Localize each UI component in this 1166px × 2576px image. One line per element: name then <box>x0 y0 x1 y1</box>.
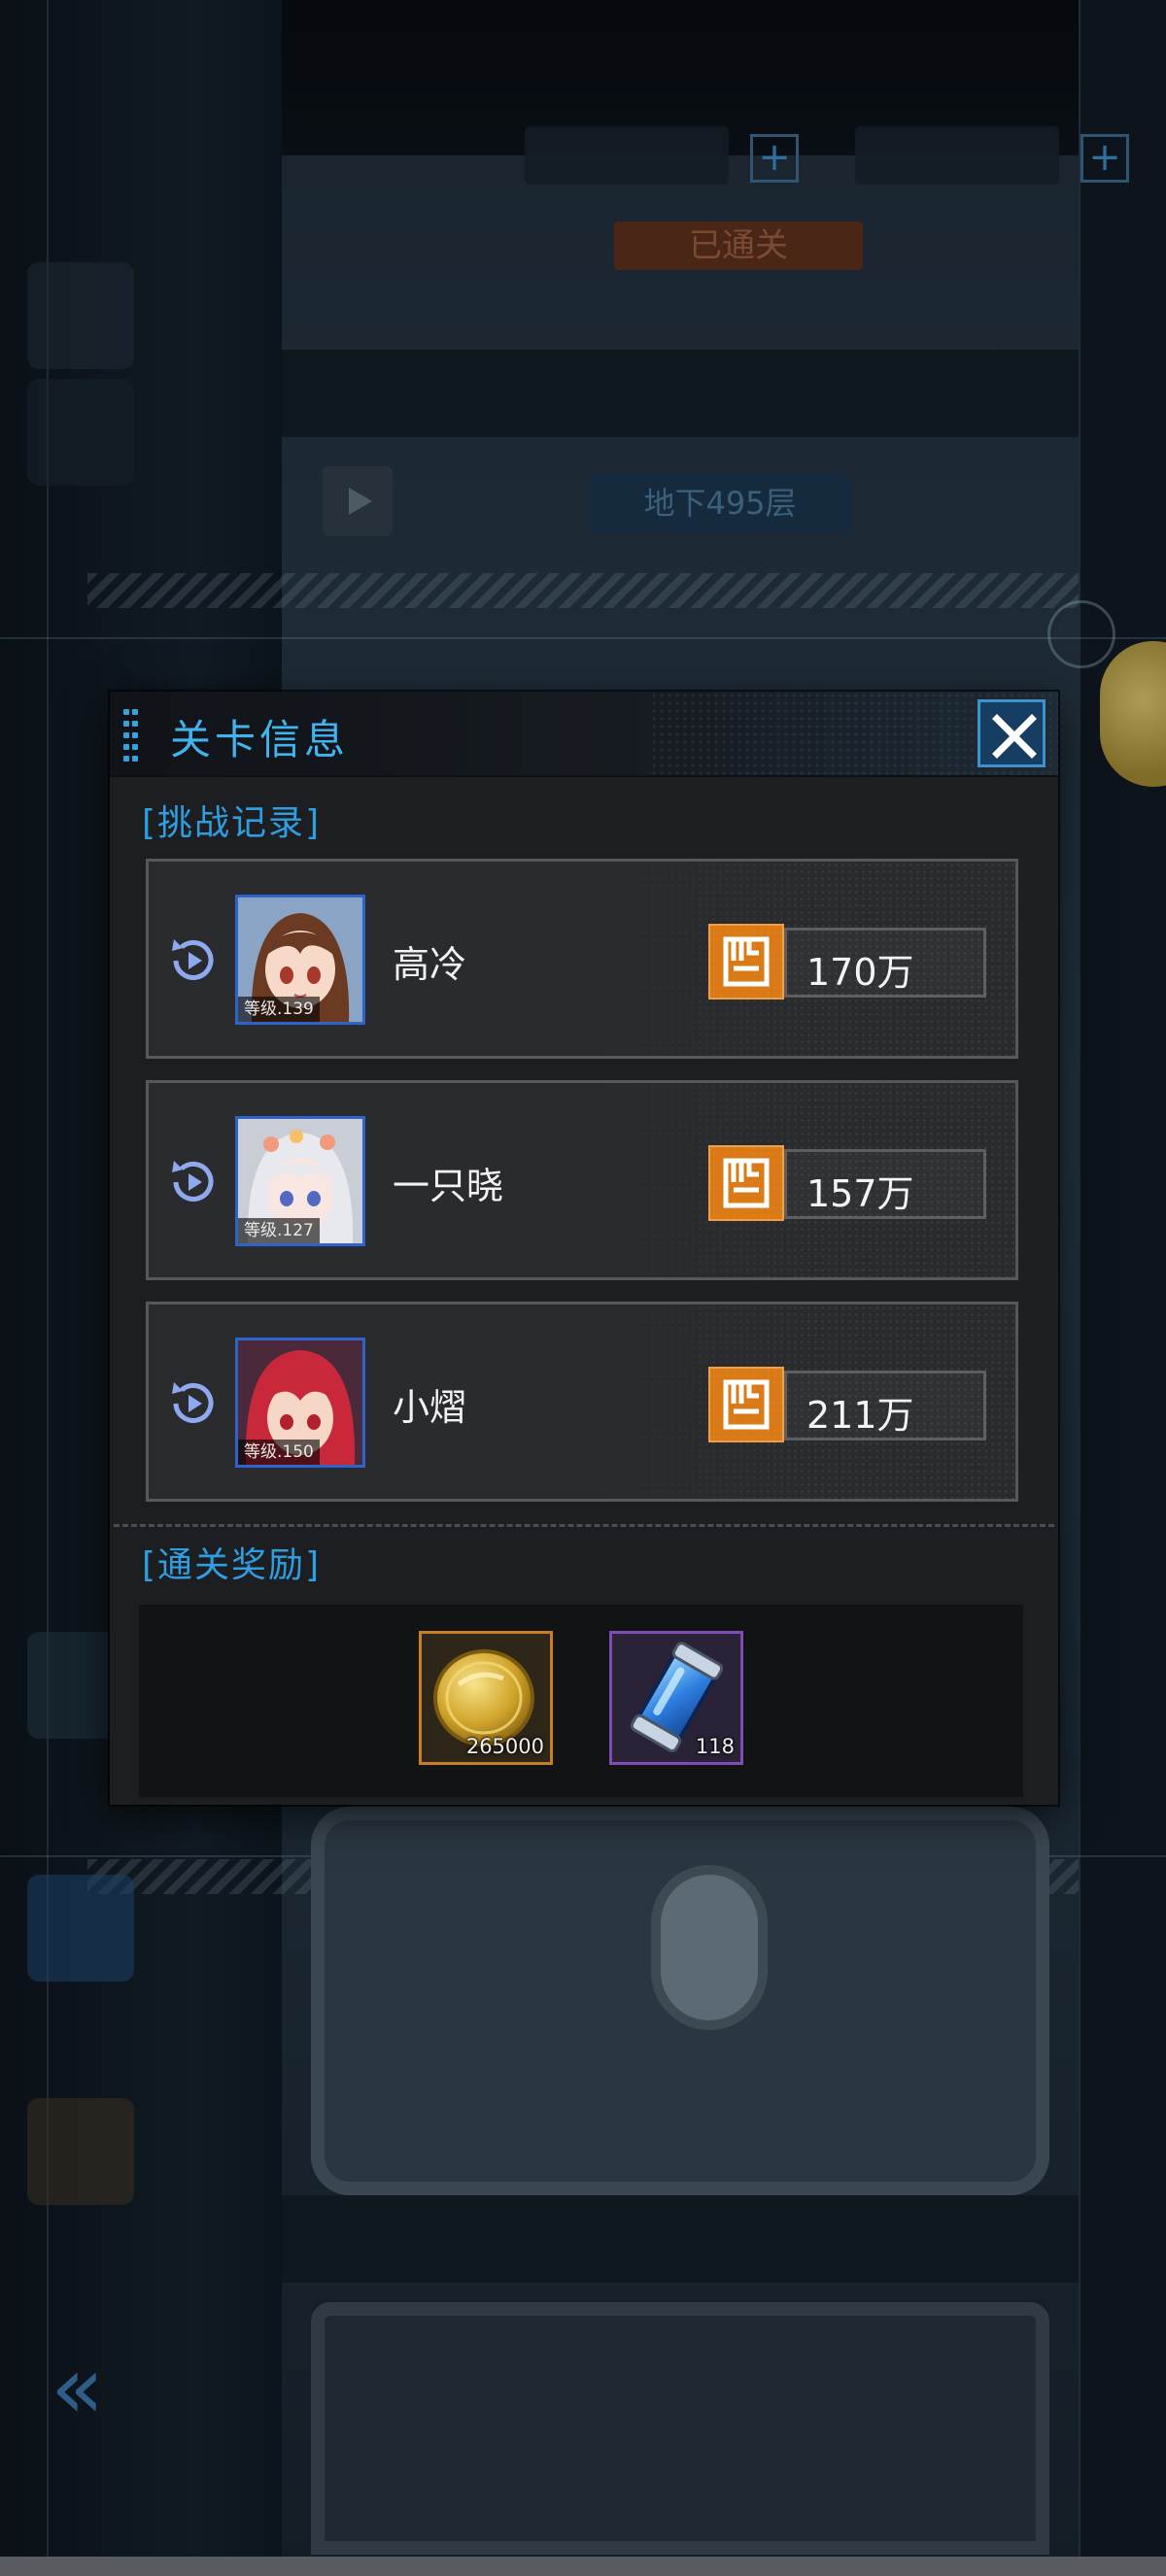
close-x-icon <box>992 714 1037 759</box>
combat-power-icon <box>708 924 784 1000</box>
rewards-section-title: [通关奖励] <box>142 1537 321 1587</box>
reward-count: 265000 <box>465 1735 544 1758</box>
records-section-title: [挑战记录] <box>142 795 321 845</box>
hatch-strip <box>87 573 1079 608</box>
lower-door <box>311 2302 1049 2555</box>
replay-icon[interactable] <box>162 930 224 992</box>
alert-icon[interactable] <box>27 262 134 369</box>
door-lock <box>651 1865 768 2030</box>
replay-icon[interactable] <box>162 1373 224 1435</box>
stamina-counter <box>525 126 729 185</box>
player-name: 小熠 <box>393 1386 467 1429</box>
combat-power-icon <box>708 1367 784 1442</box>
combat-power-box: 170万 <box>784 928 986 998</box>
gift-box-icon[interactable] <box>27 2098 134 2205</box>
reward-item-gold[interactable]: 265000 <box>419 1631 553 1765</box>
bracket-right: ] <box>305 1545 322 1585</box>
diamond-counter <box>855 126 1059 185</box>
right-wall <box>1079 0 1166 2576</box>
diamond-shop-icon[interactable] <box>27 1875 134 1982</box>
combat-power-value: 170万 <box>806 951 914 994</box>
records-section-label: 挑战记录 <box>157 803 306 843</box>
record-row[interactable]: 等级.150 小熠 211万 <box>146 1302 1018 1502</box>
rewards-section-label: 通关奖励 <box>157 1545 306 1585</box>
player-avatar[interactable]: 等级.127 <box>235 1116 365 1246</box>
combat-power-icon <box>708 1145 784 1221</box>
floor-label: 地下495层 <box>589 474 851 532</box>
close-button[interactable] <box>977 699 1046 767</box>
collapse-chevron-icon[interactable]: « <box>51 2337 104 2439</box>
player-level: 等级.150 <box>238 1440 320 1465</box>
guide-line <box>1079 0 1080 2576</box>
bracket-left: [ <box>142 1545 158 1585</box>
add-diamond-button[interactable]: + <box>1080 134 1129 183</box>
combat-power-box: 157万 <box>784 1149 986 1219</box>
ranking-icon[interactable] <box>27 379 134 486</box>
player-avatar[interactable]: 等级.139 <box>235 895 365 1025</box>
guide-line <box>0 637 1166 639</box>
combat-power-box: 211万 <box>784 1371 986 1441</box>
section-divider <box>114 1524 1054 1527</box>
reward-count: 118 <box>695 1735 735 1758</box>
combat-power-value: 211万 <box>806 1394 914 1437</box>
player-level: 等级.139 <box>238 997 320 1022</box>
bracket-right: ] <box>305 803 322 843</box>
add-stamina-button[interactable]: + <box>750 134 799 183</box>
dialog-header: 关卡信息 <box>110 692 1058 777</box>
cleared-status-badge: 已通关 <box>614 221 863 270</box>
record-row[interactable]: 等级.127 一只晓 157万 <box>146 1080 1018 1280</box>
bracket-left: [ <box>142 803 158 843</box>
reward-item-energy[interactable]: 118 <box>609 1631 743 1765</box>
shaft-band <box>282 2195 1079 2283</box>
stage-info-dialog: 关卡信息 [挑战记录] 等级.139 高冷 170万 等级.127 一只晓 15… <box>110 692 1058 1805</box>
shaft-band <box>282 350 1079 437</box>
combat-power-value: 157万 <box>806 1172 914 1215</box>
replay-icon[interactable] <box>162 1151 224 1213</box>
player-level: 等级.127 <box>238 1218 320 1243</box>
target-ring-icon[interactable] <box>1047 600 1115 668</box>
player-name: 一只晓 <box>393 1165 504 1207</box>
dialog-title: 关卡信息 <box>170 716 350 763</box>
gold-clip-icon[interactable] <box>1100 641 1166 787</box>
grip-icon <box>123 709 139 762</box>
player-name: 高冷 <box>393 943 467 986</box>
video-replay-button[interactable] <box>323 466 393 536</box>
player-avatar[interactable]: 等级.150 <box>235 1338 365 1468</box>
bottom-bar <box>0 2557 1166 2576</box>
record-row[interactable]: 等级.139 高冷 170万 <box>146 859 1018 1059</box>
reward-panel: 265000 118 <box>139 1605 1023 1797</box>
